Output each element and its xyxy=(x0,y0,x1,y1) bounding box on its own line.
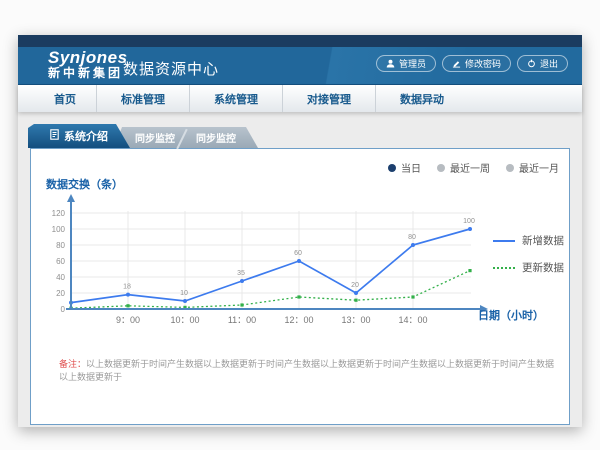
radio-option[interactable]: 最近一周 xyxy=(437,160,490,175)
user-area: 管理员 修改密码 退出 xyxy=(376,55,568,72)
y-tick-label: 80 xyxy=(56,241,65,250)
logout-label: 退出 xyxy=(540,57,558,70)
data-point xyxy=(126,304,129,307)
footnote-label: 备注： xyxy=(59,359,86,369)
change-password-button[interactable]: 修改密码 xyxy=(442,55,511,72)
tab-system-intro[interactable]: 系统介绍 xyxy=(28,124,130,148)
logo-brand: Synjones xyxy=(48,49,128,67)
legend-label-new-data: 新增数据 xyxy=(522,233,564,248)
tab-bar: 同步监控 同步监控 系统介绍 xyxy=(18,124,582,148)
legend-item-update-data: 更新数据 xyxy=(493,260,564,275)
data-point xyxy=(354,291,358,295)
x-tick-label: 14：00 xyxy=(398,315,427,325)
chart-legend: 新增数据 更新数据 xyxy=(493,233,564,275)
y-tick-label: 120 xyxy=(52,209,66,218)
dotted-line-swatch-icon xyxy=(493,267,515,269)
radio-label-last-week: 最近一周 xyxy=(450,160,490,175)
x-tick-label: 10：00 xyxy=(170,315,199,325)
x-tick-label: 11：00 xyxy=(228,315,256,325)
footnote: 备注：以上数据更新于时间产生数据以上数据更新于时间产生数据以上数据更新于时间产生… xyxy=(59,358,559,383)
person-icon xyxy=(386,59,395,68)
radio-dot xyxy=(506,164,514,172)
y-axis-arrow-icon xyxy=(67,194,75,202)
y-axis-title: 数据交换（条） xyxy=(46,176,123,192)
change-password-label: 修改密码 xyxy=(465,57,501,70)
user-button[interactable]: 管理员 xyxy=(376,55,436,72)
radio-dot xyxy=(388,164,396,172)
data-point-label: 35 xyxy=(237,270,245,277)
logout-button[interactable]: 退出 xyxy=(517,55,568,72)
nav-item-data-change[interactable]: 数据异动 xyxy=(376,85,468,112)
time-range-filter: 当日 最近一周 最近一月 xyxy=(388,160,559,175)
data-point-label: 10 xyxy=(180,290,188,297)
top-strip xyxy=(18,35,582,47)
data-point-label: 18 xyxy=(123,284,131,291)
nav-item-home[interactable]: 首页 xyxy=(34,85,97,112)
legend-label-update-data: 更新数据 xyxy=(522,260,564,275)
edit-icon xyxy=(452,59,461,68)
radio-dot xyxy=(437,164,445,172)
page-title: 数据资源中心 xyxy=(123,58,219,79)
document-icon xyxy=(50,129,59,143)
y-tick-label: 20 xyxy=(56,289,65,298)
data-point xyxy=(468,227,472,231)
power-icon xyxy=(527,59,536,68)
data-point xyxy=(468,269,471,272)
data-point xyxy=(411,243,415,247)
data-point xyxy=(297,259,301,263)
x-tick-label: 12：00 xyxy=(284,315,313,325)
radio-option[interactable]: 最近一月 xyxy=(506,160,559,175)
nav-item-standard-mgmt[interactable]: 标准管理 xyxy=(97,85,190,112)
x-axis-title: 日期（小时） xyxy=(478,307,544,323)
solid-line-swatch-icon xyxy=(493,240,515,242)
data-point-label: 80 xyxy=(408,234,416,241)
logo: Synjones 新中新集团 xyxy=(48,49,128,79)
nav-item-docking-mgmt[interactable]: 对接管理 xyxy=(283,85,376,112)
radio-label-today: 当日 xyxy=(401,160,421,175)
x-tick-label: 9：00 xyxy=(116,315,140,325)
y-tick-label: 100 xyxy=(52,225,66,234)
legend-item-new-data: 新增数据 xyxy=(493,233,564,248)
data-point xyxy=(126,293,130,297)
data-point xyxy=(297,295,300,298)
data-point-label: 20 xyxy=(351,282,359,289)
x-tick-label: 13：00 xyxy=(341,315,370,325)
footnote-text: 以上数据更新于时间产生数据以上数据更新于时间产生数据以上数据更新于时间产生数据以… xyxy=(59,359,554,382)
nav-item-system-mgmt[interactable]: 系统管理 xyxy=(190,85,283,112)
header: Synjones 新中新集团 数据资源中心 管理员 修改密码 退出 xyxy=(18,47,582,85)
data-point xyxy=(183,299,187,303)
data-point xyxy=(411,295,414,298)
radio-label-last-month: 最近一月 xyxy=(519,160,559,175)
tab-system-intro-label: 系统介绍 xyxy=(64,128,108,144)
y-tick-label: 60 xyxy=(56,257,65,266)
data-point xyxy=(240,279,244,283)
y-tick-label: 0 xyxy=(61,305,66,314)
app-window: Synjones 新中新集团 数据资源中心 管理员 修改密码 退出 xyxy=(18,35,582,427)
data-point xyxy=(240,303,243,306)
data-point-label: 100 xyxy=(463,218,475,225)
data-point-label: 60 xyxy=(294,250,302,257)
logo-company: 新中新集团 xyxy=(48,67,128,80)
user-button-label: 管理员 xyxy=(399,57,426,70)
content-panel: 当日 最近一周 最近一月 数据交换（条） 0 20 40 60 80 100 120 9：00… xyxy=(30,148,570,425)
main-nav: 首页 标准管理 系统管理 对接管理 数据异动 xyxy=(18,85,582,112)
data-point xyxy=(354,299,357,302)
y-tick-label: 40 xyxy=(56,273,65,282)
radio-option[interactable]: 当日 xyxy=(388,160,421,175)
